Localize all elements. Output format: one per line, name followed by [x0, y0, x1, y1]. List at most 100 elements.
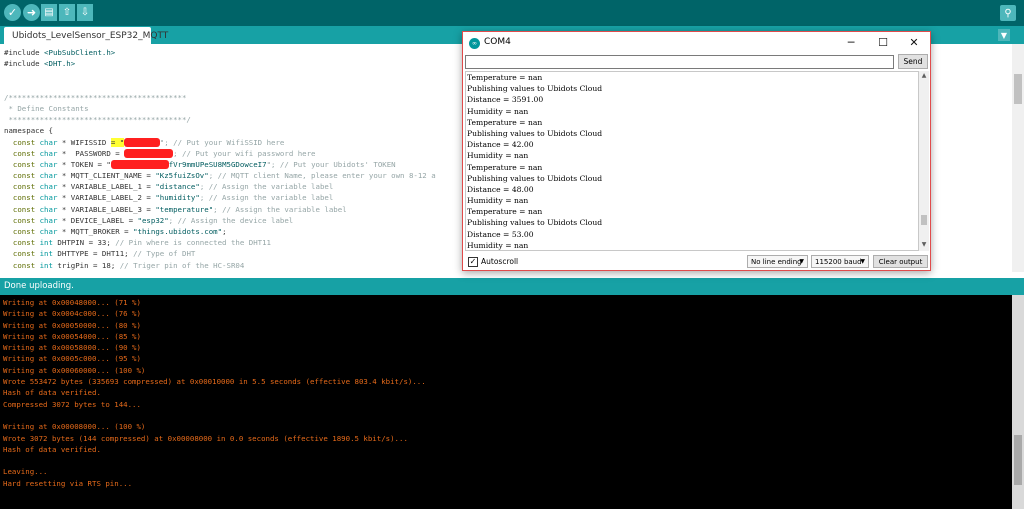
- editor-scroll-thumb[interactable]: [1014, 74, 1022, 104]
- toolbar: ✓ ➜ ▤ ⇧ ⇩ ⚲: [0, 0, 1024, 26]
- code-token: DHTTYPE = DHT11;: [52, 249, 134, 259]
- console-line: Leaving...: [3, 467, 48, 477]
- code-token: ; // Assign the variable label: [199, 182, 334, 192]
- open-sketch-button[interactable]: ⇧: [59, 4, 75, 21]
- scroll-down-icon[interactable]: ▼: [920, 241, 928, 249]
- code-token: const: [4, 249, 40, 259]
- new-sketch-button[interactable]: ▤: [41, 4, 57, 21]
- autoscroll-checkbox[interactable]: ✓: [468, 257, 478, 267]
- serial-line: Publishing values to Ubidots Cloud: [467, 173, 603, 183]
- console-line: Writing at 0x0005c000... (95 %): [3, 354, 141, 364]
- code-token: = ": [110, 137, 125, 147]
- code-token: * WIFISSID: [57, 137, 111, 147]
- serial-scroll-thumb[interactable]: [921, 215, 927, 225]
- console-line: Writing at 0x0004c000... (76 %): [3, 309, 141, 319]
- code-token: const: [4, 193, 40, 203]
- code-line: const char * TOKEN = "xxxxxxxxxxxxxfVr9m…: [4, 159, 436, 170]
- save-sketch-button[interactable]: ⇩: [77, 4, 93, 21]
- code-token: "; // Put your Ubidots' TOKEN: [266, 159, 396, 169]
- serial-line: Humidity = nan: [467, 106, 529, 116]
- send-button[interactable]: Send: [898, 54, 928, 69]
- serial-line: Distance = 53.00: [467, 229, 534, 239]
- code-token: * TOKEN = ": [57, 159, 111, 169]
- chevron-down-icon: ▼: [860, 258, 865, 265]
- scroll-up-icon[interactable]: ▲: [920, 72, 928, 80]
- minimize-button[interactable]: ─: [841, 34, 861, 51]
- code-token: int: [39, 249, 53, 259]
- code-token: ;: [222, 227, 227, 236]
- arduino-logo-icon: ∞: [469, 38, 480, 49]
- console-line: Wrote 553472 bytes (335693 compressed) a…: [3, 377, 426, 387]
- redaction-mark: xxxxxxxx: [124, 137, 160, 147]
- serial-line: Temperature = nan: [467, 73, 543, 82]
- code-token: "things.ubidots.com": [133, 227, 223, 236]
- serial-input[interactable]: [465, 55, 894, 69]
- console-line: Writing at 0x00008000... (100 %): [3, 422, 146, 432]
- output-console[interactable]: Writing at 0x00048000... (71 %) Writing a…: [0, 295, 1024, 509]
- serial-line: Humidity = nan: [467, 196, 529, 206]
- code-token: const: [4, 137, 40, 147]
- code-line: const char * VARIABLE_LABEL_1 = "distanc…: [4, 181, 436, 192]
- status-bar: Done uploading.: [0, 278, 1024, 295]
- line-ending-value: No line ending: [751, 257, 802, 266]
- code-token: #include: [4, 48, 45, 57]
- code-token: * DEVICE_LABEL =: [57, 215, 138, 225]
- serial-line: Humidity = nan: [467, 151, 529, 161]
- code-token: char: [39, 171, 58, 181]
- code-line: const char * PASSWORD = xxxxxxxxxxx; // …: [4, 148, 436, 159]
- code-token: * PASSWORD =: [57, 148, 125, 158]
- code-line: const int DHTTYPE = DHT11; // Type of DH…: [4, 248, 436, 259]
- baud-rate-select[interactable]: 115200 baud ▼: [811, 255, 869, 268]
- close-icon: ✕: [909, 36, 919, 49]
- clear-output-button[interactable]: Clear output: [873, 255, 928, 268]
- code-line: const char * VARIABLE_LABEL_3 = "tempera…: [4, 204, 436, 215]
- serial-output-text: Temperature = nan Publishing values to Ub…: [467, 72, 603, 250]
- console-line: Hash of data verified.: [3, 388, 101, 398]
- code-token: const: [4, 182, 40, 192]
- code-token: * MQTT_CLIENT_NAME =: [57, 171, 156, 181]
- serial-scrollbar[interactable]: ▲ ▼: [919, 71, 929, 251]
- code-token: * VARIABLE_LABEL_3 =: [57, 204, 156, 214]
- code-token: fVr9mmUPeSU8M5GDowceI7: [168, 159, 267, 169]
- line-ending-select[interactable]: No line ending ▼: [747, 255, 808, 268]
- upload-button[interactable]: ➜: [23, 4, 40, 21]
- code-token: ****************************************…: [4, 115, 191, 125]
- status-text: Done uploading.: [4, 281, 74, 291]
- maximize-icon: ☐: [878, 36, 888, 49]
- code-token: "distance": [155, 182, 200, 192]
- baud-rate-value: 115200 baud: [815, 257, 862, 266]
- code-token: const: [4, 238, 40, 248]
- code-line: const char * DEVICE_LABEL = "esp32"; // …: [4, 215, 436, 226]
- close-button[interactable]: ✕: [904, 34, 924, 51]
- code-token: char: [39, 159, 58, 169]
- serial-line: Publishing values to Ubidots Cloud: [467, 128, 603, 138]
- code-token: "temperature": [155, 204, 214, 214]
- chevron-down-icon: ▼: [799, 258, 804, 265]
- code-line: const char * WIFISSID = "xxxxxxxx"; // P…: [4, 137, 436, 148]
- verify-button[interactable]: ✓: [4, 4, 21, 21]
- code-line: /***************************************…: [4, 92, 436, 103]
- code-token: #include: [4, 59, 45, 69]
- console-scrollbar[interactable]: [1012, 295, 1024, 509]
- code-token: <PubSubClient.h>: [44, 48, 116, 57]
- serial-line: Temperature = nan: [467, 117, 543, 127]
- code-token: // Triger pin of the HC-SR04: [119, 260, 245, 270]
- code-token: const: [4, 260, 40, 270]
- code-token: char: [39, 215, 58, 225]
- tab-menu-button[interactable]: ▼: [998, 29, 1010, 41]
- serial-monitor-titlebar[interactable]: ∞ COM4 ─ ☐ ✕: [463, 32, 930, 54]
- serial-line: Humidity = nan: [467, 240, 529, 250]
- console-scroll-thumb[interactable]: [1014, 435, 1022, 485]
- serial-monitor-button[interactable]: ⚲: [1000, 5, 1016, 21]
- maximize-button[interactable]: ☐: [873, 34, 893, 51]
- code-token: ; // Assign the variable label: [213, 204, 347, 214]
- arrow-down-icon: ⇩: [80, 7, 90, 18]
- editor-scrollbar[interactable]: [1012, 44, 1024, 272]
- serial-line: Distance = 48.00: [467, 184, 534, 194]
- tab-sketch[interactable]: Ubidots_LevelSensor_ESP32_MQTT: [4, 27, 168, 44]
- code-token: const: [4, 171, 40, 181]
- console-line: Writing at 0x00058000... (90 %): [3, 343, 141, 353]
